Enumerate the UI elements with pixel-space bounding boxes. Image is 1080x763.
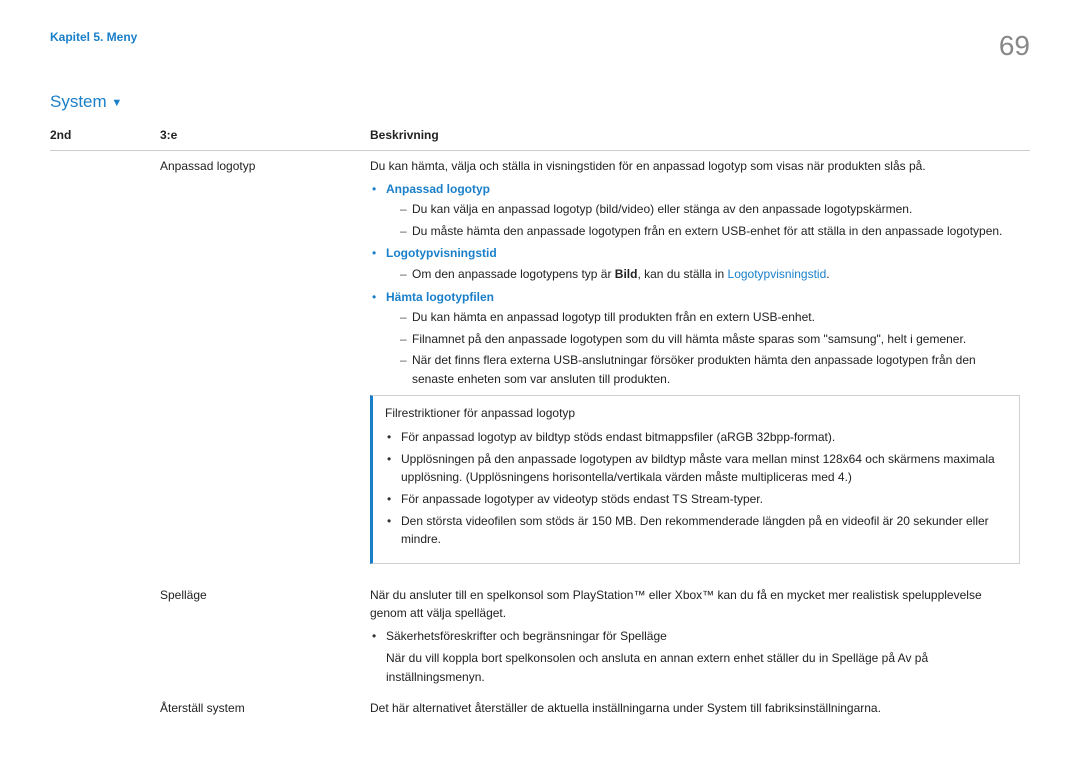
desc-line: När det finns flera externa USB-anslutni… (386, 351, 1020, 388)
table-row: Anpassad logotyp Du kan hämta, välja och… (50, 151, 1030, 580)
subitem-anpassad-logotyp: Anpassad logotyp (386, 182, 490, 196)
setting-name-custom-logo: Anpassad logotyp (160, 151, 370, 580)
dropdown-triangle-icon: ▼ (111, 97, 122, 109)
desc-intro: Du kan hämta, välja och ställa in visnin… (370, 157, 1020, 176)
setting-name-game-mode: Spelläge (160, 580, 370, 693)
desc-line: Säkerhetsföreskrifter och begränsningar … (370, 627, 1020, 646)
subitem-hamta-logotypfilen: Hämta logotypfilen (386, 290, 494, 304)
setting-name-reset-system: Återställ system (160, 693, 370, 724)
section-title: System ▼ (50, 92, 1030, 112)
chapter-label: Kapitel 5. Meny (50, 30, 137, 44)
table-row: Återställ system Det här alternativet åt… (50, 693, 1030, 724)
desc-line: Filnamnet på den anpassade logotypen som… (386, 330, 1020, 349)
desc-line: När du vill koppla bort spelkonsolen och… (370, 649, 1020, 686)
callout-item: Upplösningen på den anpassade logotypen … (385, 450, 1007, 487)
settings-table: 2nd 3:e Beskrivning Anpassad logotyp Du … (50, 122, 1030, 723)
desc-line: Det här alternativet återställer de aktu… (370, 693, 1030, 724)
page-number: 69 (999, 30, 1030, 62)
callout-item: För anpassade logotyper av videotyp stöd… (385, 490, 1007, 509)
section-title-text: System (50, 92, 107, 111)
callout-title: Filrestriktioner för anpassad logotyp (385, 404, 1007, 423)
desc-line: Du kan välja en anpassad logotyp (bild/v… (386, 200, 1020, 219)
callout-box: Filrestriktioner för anpassad logotyp Fö… (370, 395, 1020, 564)
subitem-logotypvisningstid: Logotypvisningstid (386, 246, 497, 260)
desc-line: Du måste hämta den anpassade logotypen f… (386, 222, 1020, 241)
callout-item: För anpassad logotyp av bildtyp stöds en… (385, 428, 1007, 447)
desc-line: Du kan hämta en anpassad logotyp till pr… (386, 308, 1020, 327)
desc-line: Om den anpassade logotypens typ är Bild,… (386, 265, 1020, 284)
callout-item: Den största videofilen som stöds är 150 … (385, 512, 1007, 549)
desc-line: När du ansluter till en spelkonsol som P… (370, 586, 1020, 623)
col-header-3e: 3:e (160, 122, 370, 151)
col-header-desc: Beskrivning (370, 122, 1030, 151)
col-header-2nd: 2nd (50, 122, 160, 151)
table-row: Spelläge När du ansluter till en spelkon… (50, 580, 1030, 693)
